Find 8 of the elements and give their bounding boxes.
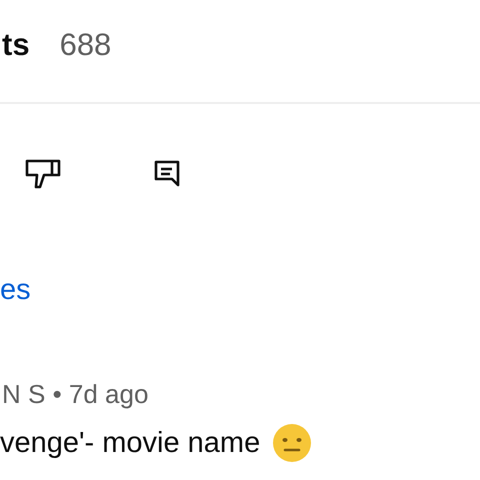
- comment-meta: N S • 7d ago: [1, 378, 148, 410]
- replies-link[interactable]: es: [0, 269, 31, 312]
- comment-count: 688: [60, 26, 112, 64]
- comment-icon[interactable]: [154, 159, 182, 189]
- thumbs-down-icon[interactable]: [24, 158, 62, 190]
- neutral-face-emoji-icon: [272, 423, 312, 464]
- comment-text: venge'- movie name: [0, 426, 260, 460]
- section-title: ts: [2, 26, 30, 64]
